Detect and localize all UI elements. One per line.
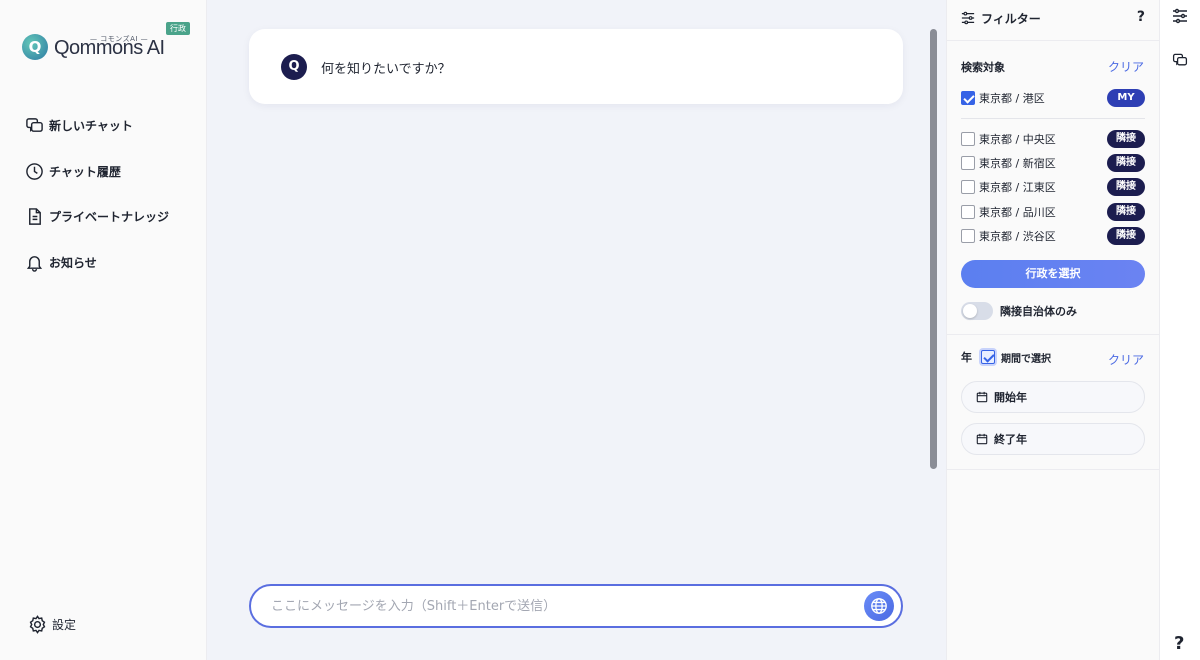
- sliders-icon: [1173, 8, 1187, 24]
- globe-icon: [871, 598, 887, 614]
- target-item[interactable]: 東京都 / 中央区 隣接: [961, 130, 1145, 148]
- target-item-label: 東京都 / 新宿区: [979, 157, 1056, 170]
- target-item-my[interactable]: 東京都 / 港区 MY: [961, 89, 1145, 107]
- start-year-field[interactable]: 開始年: [961, 381, 1145, 413]
- web-search-button[interactable]: [864, 591, 894, 621]
- divider: [947, 469, 1160, 470]
- filter-help-button[interactable]: ?: [1137, 9, 1145, 25]
- target-item[interactable]: 東京都 / 江東区 隣接: [961, 178, 1145, 196]
- logo-mark-icon: Q: [22, 34, 48, 60]
- document-icon: [29, 207, 41, 225]
- start-year-label: 開始年: [994, 391, 1027, 404]
- adjacent-only-row: 隣接自治体のみ: [961, 302, 1077, 320]
- adjacent-tag: 隣接: [1107, 203, 1145, 221]
- calendar-icon: [976, 433, 988, 445]
- target-item-label: 東京都 / 品川区: [979, 206, 1056, 219]
- adjacent-only-toggle[interactable]: [961, 302, 993, 320]
- target-item-label: 東京都 / 江東区: [979, 181, 1056, 194]
- year-clear-button[interactable]: クリア: [1108, 351, 1144, 368]
- target-item[interactable]: 東京都 / 新宿区 隣接: [961, 154, 1145, 172]
- adjacent-tag: 隣接: [1107, 154, 1145, 172]
- sliders-icon: [961, 11, 975, 25]
- filter-panel: フィルター ? 検索対象 クリア 東京都 / 港区 MY 東京都 / 中央区 隣…: [946, 0, 1160, 660]
- sidebar-item-new-chat[interactable]: 新しいチャット: [25, 115, 133, 135]
- logo-name: Qommons AI: [54, 37, 165, 59]
- calendar-icon: [976, 391, 988, 403]
- checkbox[interactable]: [961, 91, 975, 105]
- sidebar-item-label: 新しいチャット: [49, 118, 133, 133]
- adjacent-only-label: 隣接自治体のみ: [1000, 305, 1077, 318]
- filter-toggle-button[interactable]: [1172, 8, 1190, 26]
- target-item[interactable]: 東京都 / 渋谷区 隣接: [961, 227, 1145, 245]
- checkbox[interactable]: [961, 132, 975, 146]
- adjacent-tag: 隣接: [1107, 178, 1145, 196]
- divider: [947, 334, 1160, 335]
- year-header: 年 期間で選択: [961, 349, 1051, 365]
- select-government-button[interactable]: 行政を選択: [961, 260, 1145, 288]
- clock-icon: [26, 162, 43, 180]
- help-button[interactable]: ?: [1174, 633, 1184, 654]
- chat-scrollbar[interactable]: [930, 29, 937, 469]
- end-year-field[interactable]: 終了年: [961, 423, 1145, 455]
- assistant-message-text: 何を知りたいですか？: [321, 62, 451, 77]
- sidebar-item-label: プライベートナレッジ: [49, 209, 170, 224]
- checkbox[interactable]: [961, 205, 975, 219]
- chat-panel-button[interactable]: [1172, 52, 1190, 70]
- gear-icon: [29, 614, 46, 634]
- new-chat-icon: [26, 117, 43, 132]
- assistant-avatar: Q: [281, 54, 307, 80]
- message-composer: [249, 584, 903, 628]
- checkbox[interactable]: [961, 156, 975, 170]
- target-item-label: 東京都 / 中央区: [979, 133, 1056, 146]
- logo-badge: 行政: [166, 22, 190, 35]
- period-label: 期間で選択: [1001, 353, 1051, 365]
- filter-title: フィルター: [981, 11, 1041, 26]
- target-item[interactable]: 東京都 / 品川区 隣接: [961, 203, 1145, 221]
- sidebar-item-private-knowledge[interactable]: プライベートナレッジ: [25, 206, 169, 226]
- year-section-title: 年: [961, 351, 972, 364]
- adjacent-tag: 隣接: [1107, 227, 1145, 245]
- bell-icon: [26, 255, 43, 272]
- divider: [961, 118, 1145, 119]
- target-item-label: 東京都 / 港区: [979, 92, 1045, 105]
- sidebar-item-label: お知らせ: [49, 255, 97, 270]
- end-year-label: 終了年: [994, 433, 1027, 446]
- right-rail: ?: [1159, 0, 1200, 660]
- period-checkbox[interactable]: [981, 350, 995, 364]
- checkbox[interactable]: [961, 180, 975, 194]
- filter-header: フィルター ?: [961, 9, 1145, 27]
- logo[interactable]: Q — コモンズAI — Qommons AI 行政: [22, 22, 192, 66]
- assistant-message: Q 何を知りたいですか？: [249, 29, 903, 104]
- adjacent-tag: 隣接: [1107, 130, 1145, 148]
- settings-label: 設定: [52, 617, 77, 632]
- target-clear-button[interactable]: クリア: [1108, 58, 1144, 75]
- chat-area: Q 何を知りたいですか？: [207, 0, 946, 660]
- settings-button[interactable]: 設定: [28, 614, 76, 634]
- sidebar-item-chat-history[interactable]: チャット履歴: [25, 161, 121, 181]
- my-tag: MY: [1107, 89, 1145, 107]
- sidebar-item-notifications[interactable]: お知らせ: [25, 252, 97, 272]
- sidebar-item-label: チャット履歴: [49, 164, 121, 179]
- new-chat-icon: [1172, 53, 1188, 66]
- target-item-label: 東京都 / 渋谷区: [979, 230, 1056, 243]
- sidebar: Q — コモンズAI — Qommons AI 行政 新しいチャット チャット履…: [0, 0, 207, 660]
- target-section-title: 検索対象: [961, 61, 1005, 74]
- message-input[interactable]: [271, 596, 851, 616]
- divider: [947, 40, 1160, 41]
- checkbox[interactable]: [961, 229, 975, 243]
